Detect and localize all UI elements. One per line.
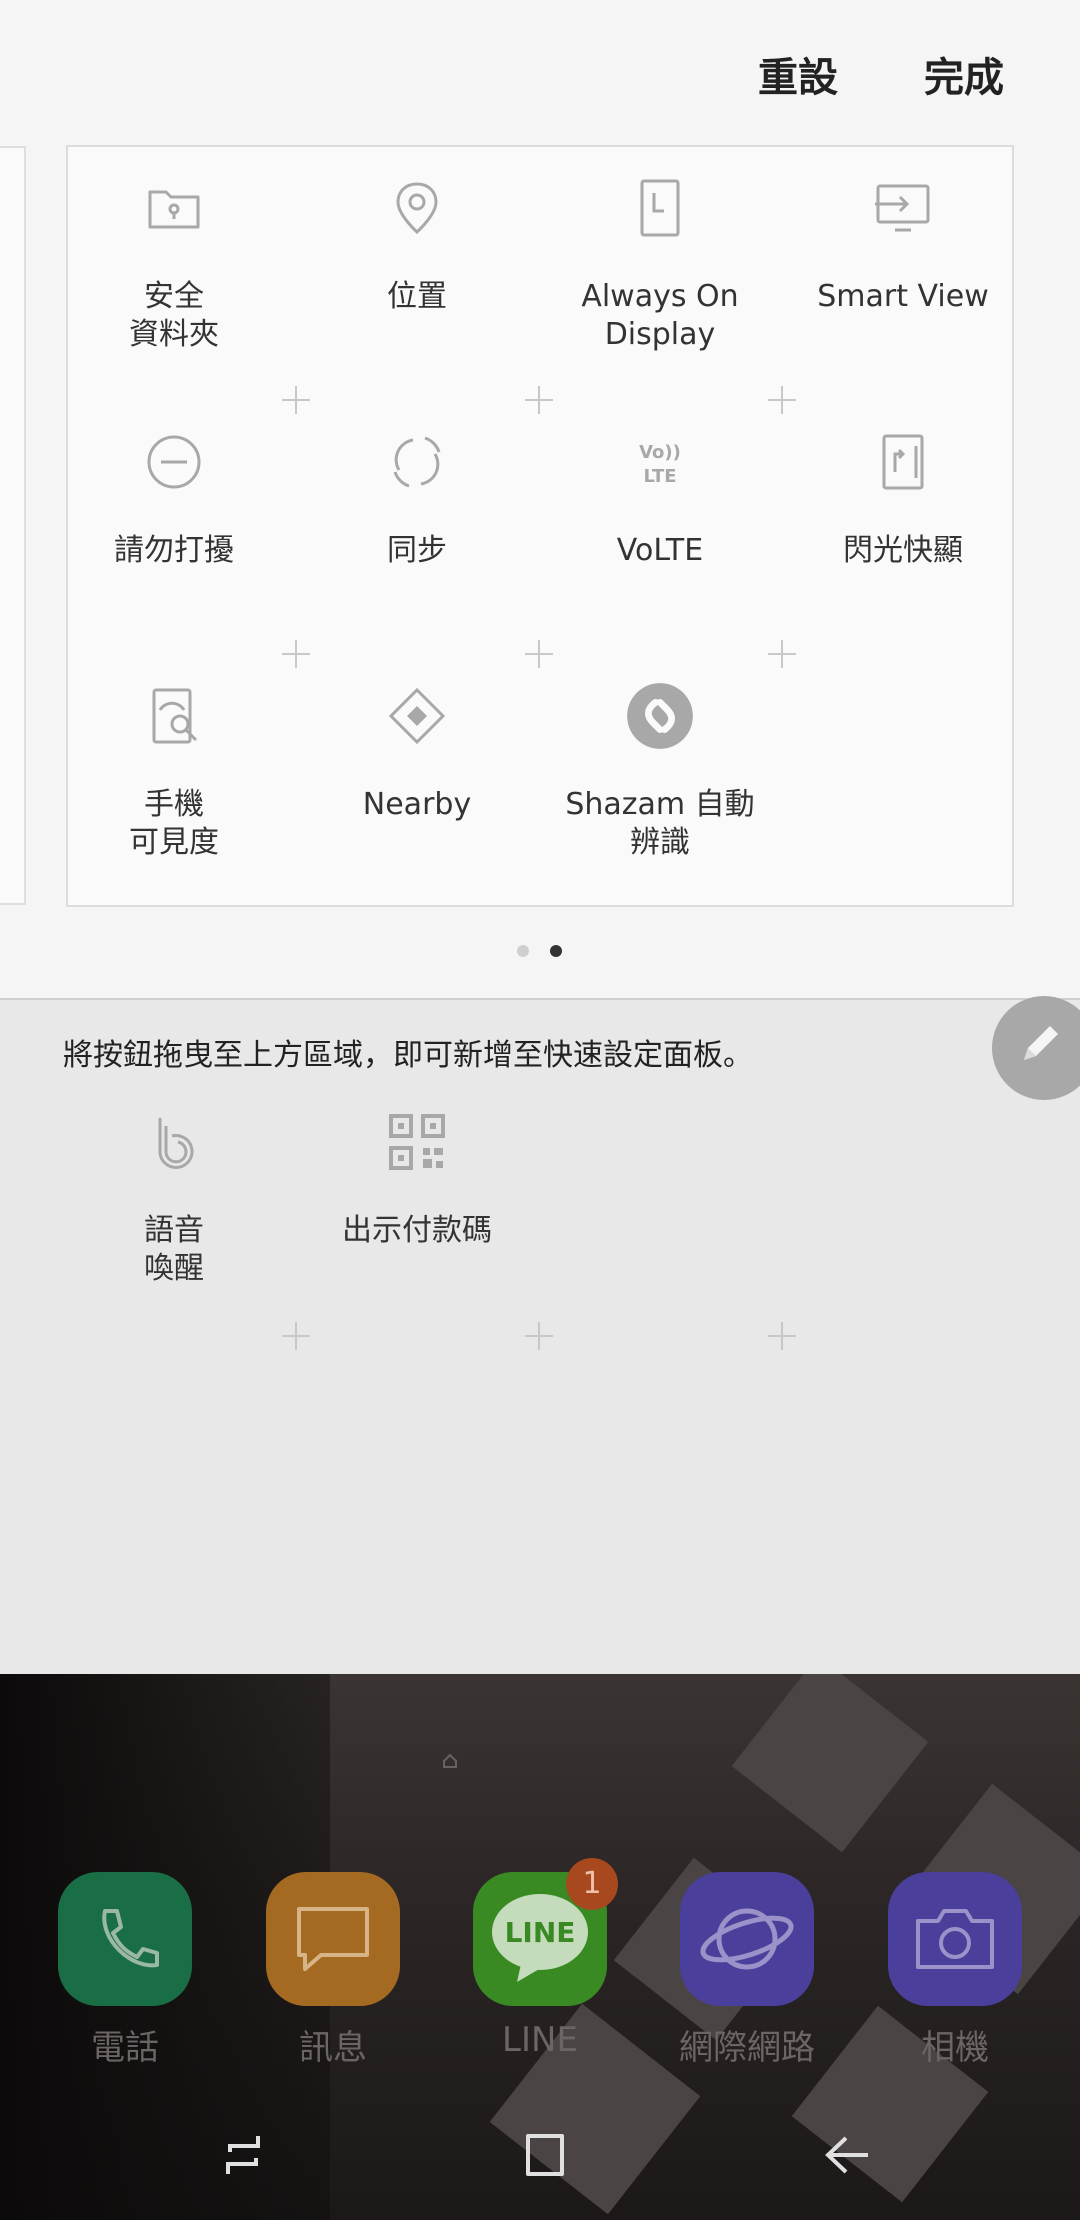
page-indicator-dot-1[interactable] [517, 945, 529, 957]
svg-text:LTE: LTE [643, 466, 676, 487]
drop-slot-marker [282, 640, 310, 668]
bixby-voice-icon [158, 1118, 194, 1169]
wallpaper-pattern [731, 1674, 929, 1853]
tile-label: VoLTE [616, 533, 704, 568]
done-button[interactable]: 完成 [924, 45, 1004, 103]
drop-slot-marker [768, 1322, 796, 1350]
smart-view-icon [875, 184, 930, 232]
phone-visibility-icon [152, 688, 198, 744]
tile-label: 手機 可見度 [129, 787, 219, 860]
drop-slot-marker [525, 640, 553, 668]
secure-folder-icon [148, 190, 200, 229]
notification-badge: 1 [566, 1858, 618, 1910]
camera-icon [916, 1909, 994, 1969]
tile-label: Smart View [817, 279, 989, 314]
dock-app-internet[interactable] [680, 1872, 814, 2006]
tray-instruction-text: 將按鈕拖曳至上方區域，即可新增至快速設定面板。 [63, 1038, 753, 1073]
drop-slot-marker [768, 386, 796, 414]
dock-label-line: LINE [502, 2020, 578, 2060]
tile-label: 請勿打擾 [114, 533, 234, 568]
recents-icon[interactable] [218, 2130, 268, 2180]
phone-icon [102, 1909, 159, 1968]
location-pin-icon [396, 182, 438, 235]
home-page-indicator-icon [443, 1753, 457, 1768]
tile-label: 同步 [387, 533, 447, 568]
svg-text:LINE: LINE [505, 1916, 576, 1949]
tile-label: 出示付款碼 [342, 1213, 492, 1248]
dock-app-messages[interactable] [266, 1872, 400, 2006]
shazam-icon [627, 683, 693, 749]
volte-icon: Vo)) LTE [639, 442, 681, 487]
tile-label: Shazam 自動 辨識 [565, 787, 755, 860]
tile-label: 位置 [387, 279, 447, 314]
always-on-display-icon [640, 179, 680, 237]
editor-header: 重設 完成 [0, 0, 1080, 140]
drop-slot-marker [768, 640, 796, 668]
dock-app-phone[interactable] [58, 1872, 192, 2006]
tile-label: Always On Display [581, 279, 739, 352]
reset-button[interactable]: 重設 [758, 45, 838, 103]
drop-slot-marker [525, 386, 553, 414]
nearby-icon [388, 687, 446, 745]
tile-label: 語音 喚醒 [144, 1213, 204, 1286]
tile-label: Nearby [362, 787, 472, 822]
drop-slot-marker [282, 1322, 310, 1350]
dock-label-phone: 電話 [91, 2028, 159, 2068]
internet-icon [700, 1908, 794, 1970]
back-icon[interactable] [822, 2130, 872, 2180]
drop-slot-marker [525, 1322, 553, 1350]
page-indicator-dot-2-active[interactable] [550, 945, 562, 957]
dock-label-messages: 訊息 [299, 2028, 367, 2068]
pencil-icon [1024, 1026, 1058, 1060]
home-icon[interactable] [520, 2130, 570, 2180]
sync-icon [393, 436, 441, 488]
tile-label: 安全 資料夾 [129, 279, 219, 352]
messages-icon [297, 1907, 369, 1971]
dock-label-camera: 相機 [921, 2028, 989, 2068]
tile-label: 閃光快顯 [843, 533, 963, 568]
edge-flash-icon [882, 434, 924, 490]
dock-label-internet: 網際網路 [679, 2028, 815, 2068]
dock-app-camera[interactable] [888, 1872, 1022, 2006]
do-not-disturb-icon [147, 435, 201, 489]
qr-code-icon [389, 1114, 445, 1170]
drop-slot-marker [282, 386, 310, 414]
svg-text:Vo)): Vo)) [639, 442, 681, 463]
previous-page-edge[interactable] [0, 146, 26, 905]
